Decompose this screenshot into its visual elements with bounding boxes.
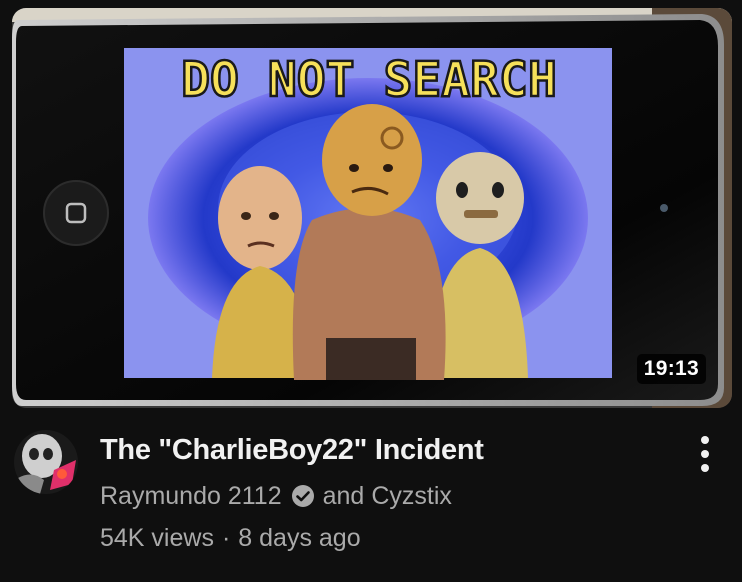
channel-name-primary[interactable]: Raymundo 2112 xyxy=(100,480,282,512)
duration-badge: 19:13 xyxy=(636,354,706,384)
thumbnail-image: DO NOT SEARCH xyxy=(12,8,732,408)
video-meta: The "CharlieBoy22" Incident Raymundo 211… xyxy=(100,432,660,554)
more-vertical-icon[interactable] xyxy=(690,434,720,474)
view-count: 54K views xyxy=(100,524,214,552)
channel-name-secondary[interactable]: Cyzstix xyxy=(371,480,452,512)
check-circle-icon xyxy=(291,484,315,508)
video-title[interactable]: The "CharlieBoy22" Incident xyxy=(100,432,660,468)
channel-line: Raymundo 2112 and Cyzstix xyxy=(100,480,660,512)
video-stats: 54K views · 8 days ago xyxy=(100,522,660,554)
upload-age: 8 days ago xyxy=(238,524,361,552)
menu-dot xyxy=(701,464,709,472)
menu-dot xyxy=(701,436,709,444)
stats-separator: · xyxy=(221,524,231,552)
video-thumbnail[interactable]: DO NOT SEARCH 19:13 xyxy=(12,8,732,408)
thumbnail-caption: DO NOT SEARCH xyxy=(181,52,557,108)
menu-dot xyxy=(701,450,709,458)
channel-connector: and xyxy=(322,482,365,510)
channel-avatar[interactable] xyxy=(14,430,78,494)
avatar-image xyxy=(14,430,78,494)
